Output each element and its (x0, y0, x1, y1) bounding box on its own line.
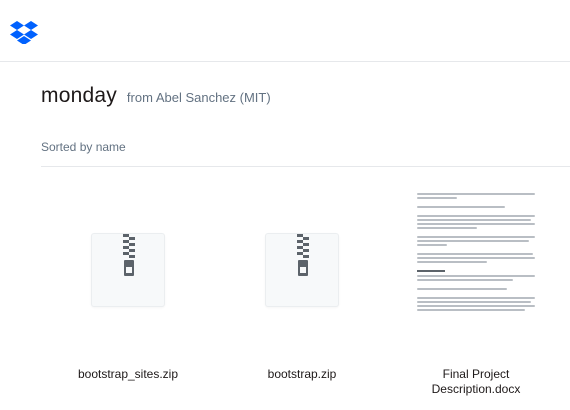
file-name[interactable]: Final Project Description.docx (401, 367, 551, 397)
folder-title: monday (41, 84, 117, 107)
file-thumbnail[interactable] (227, 185, 377, 345)
file-item[interactable]: bootstrap_sites.zip (53, 185, 203, 405)
file-thumbnail[interactable] (53, 185, 203, 345)
divider (41, 166, 570, 167)
sort-label[interactable]: Sorted by name (41, 140, 126, 154)
file-grid: bootstrap_sites.zip bootstrap.zip Final … (0, 185, 570, 410)
folder-owner: from Abel Sanchez (MIT) (126, 90, 271, 105)
zipper-icon (123, 234, 135, 276)
zipper-icon (297, 234, 309, 276)
file-name[interactable]: bootstrap_sites.zip (53, 367, 203, 382)
top-bar (0, 0, 570, 62)
file-item[interactable]: bootstrap.zip (227, 185, 377, 405)
file-item[interactable]: Final Project Description.docx (401, 185, 551, 405)
zip-file-icon (265, 233, 339, 307)
file-thumbnail[interactable] (401, 185, 551, 345)
file-name[interactable]: bootstrap.zip (227, 367, 377, 382)
dropbox-logo-icon[interactable] (10, 20, 38, 44)
zip-file-icon (91, 233, 165, 307)
folder-header: monday from Abel Sanchez (MIT) (41, 84, 271, 108)
document-preview (417, 193, 537, 317)
